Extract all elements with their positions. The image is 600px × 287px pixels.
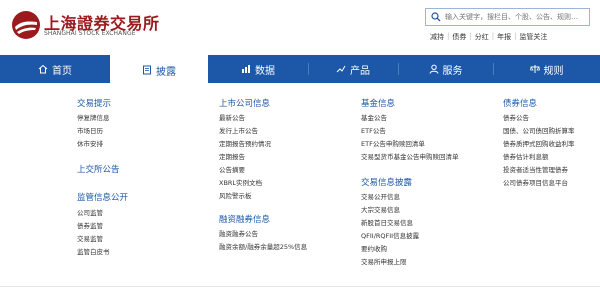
rule-icon [529,65,540,73]
nav-disclosure[interactable]: 披露 [110,55,208,85]
link-margin-over-25pct[interactable]: 融资余额/融券余量超25%信息 [219,241,307,251]
link-periodic-reports[interactable]: 定期报告 [219,151,245,161]
chart-icon [336,65,346,73]
link-xbrl-documents[interactable]: XBRL实例文档 [219,177,262,187]
main-nav: 首页 披露 数据 产品 服务 规则 [0,55,600,85]
link-suspension-info[interactable]: 停复牌信息 [77,112,110,122]
link-tender-offer[interactable]: 要约收购 [361,243,387,253]
quick-links: 减持 | 债券 | 分红 | 年报 | 监管关注 [427,32,550,42]
link-margin-announcements[interactable]: 融资融券公告 [219,228,258,238]
nav-rules-label: 规则 [543,65,564,77]
link-ipo-first-day-info[interactable]: 新股首日交易信息 [361,217,413,227]
data-icon [242,65,250,73]
link-repo-conversion-rate[interactable]: 国债、公司债回购折算率 [503,125,575,135]
section-sse-announcements[interactable]: 上交所公告 [77,163,120,175]
logo-english-text: SHANGHAI STOCK EXCHANGE [44,30,136,37]
link-trading-public-info[interactable]: 交易公开信息 [361,191,400,201]
link-regulatory-whitepaper[interactable]: 监管白皮书 [77,246,110,256]
section-bond-info[interactable]: 债券信息 [503,97,537,109]
link-etf-redemption-list[interactable]: ETF公告申购赎回清单 [361,138,425,148]
quick-link-bonds[interactable]: 债券 [449,32,469,42]
link-trading-regulation[interactable]: 交易监管 [77,233,103,243]
nav-products[interactable]: 产品 [308,55,398,83]
section-trading-tips[interactable]: 交易提示 [77,97,111,109]
home-icon [38,64,48,74]
disclosure-dropdown-panel: 交易提示 停复牌信息 市场日历 休市安排 上交所公告 监管信息公开 公司监管 债… [0,83,600,287]
link-etf-announcements[interactable]: ETF公告 [361,125,386,135]
link-latest-announcements[interactable]: 最新公告 [219,112,245,122]
search-box[interactable] [425,8,590,26]
document-icon [143,65,151,75]
link-money-fund-redemption-list[interactable]: 交易型货币基金公告申购赎回清单 [361,151,459,161]
link-fund-announcements[interactable]: 基金公告 [361,112,387,122]
nav-home-label: 首页 [52,65,72,77]
link-qfii-disclosure[interactable]: QFII/RQFII信息披露 [361,230,419,240]
search-icon[interactable] [431,12,441,22]
section-listed-company-info[interactable]: 上市公司信息 [219,97,270,109]
link-bond-announcements[interactable]: 债券公告 [503,112,529,122]
link-bond-regulation[interactable]: 债券监管 [77,220,103,230]
section-fund-info[interactable]: 基金信息 [361,97,395,109]
link-bond-project-platform[interactable]: 公司债券项目信息平台 [503,177,568,187]
quick-link-regulatory[interactable]: 监管关注 [516,32,550,42]
link-company-regulation[interactable]: 公司监管 [77,207,103,217]
link-risk-warning-board[interactable]: 风险警示板 [219,190,252,200]
section-trading-disclosure[interactable]: 交易信息披露 [361,176,412,188]
nav-home[interactable]: 首页 [0,55,110,83]
section-regulatory-disclosure[interactable]: 监管信息公开 [77,191,128,203]
link-declaration-limit[interactable]: 交易所申报上限 [361,256,407,266]
quick-link-reduce[interactable]: 减持 [427,32,447,42]
nav-rules[interactable]: 规则 [493,55,600,83]
nav-services[interactable]: 服务 [398,55,493,83]
link-block-trade-info[interactable]: 大宗交易信息 [361,204,400,214]
quick-link-annual-report[interactable]: 年报 [494,32,514,42]
link-market-calendar[interactable]: 市场日历 [77,125,103,135]
site-header: 上海證券交易所 SHANGHAI STOCK EXCHANGE 减持 | 债券 … [0,0,600,50]
link-announcement-summary[interactable]: 公告摘要 [219,164,245,174]
link-holiday-schedule[interactable]: 休市安排 [77,138,103,148]
link-periodic-report-schedule[interactable]: 定期报告预约情况 [219,138,271,148]
nav-disclosure-label: 披露 [156,66,176,78]
link-repo-yield-rate[interactable]: 债券质押式回购收益利率 [503,138,575,148]
link-bond-interest-estimate[interactable]: 债券估计利息额 [503,151,549,161]
nav-data[interactable]: 数据 [208,55,308,83]
link-investor-suitability-bonds[interactable]: 投资者适当性管理债券 [503,164,568,174]
user-icon [429,64,438,74]
link-ipo-announcements[interactable]: 发行上市公告 [219,125,258,135]
nav-data-label: 数据 [255,65,275,77]
quick-link-dividend[interactable]: 分红 [472,32,492,42]
sse-logo-icon[interactable] [11,10,41,40]
nav-services-label: 服务 [442,65,463,77]
nav-products-label: 产品 [350,65,370,77]
section-margin-trading[interactable]: 融资融券信息 [219,213,270,225]
search-input[interactable] [445,10,585,24]
